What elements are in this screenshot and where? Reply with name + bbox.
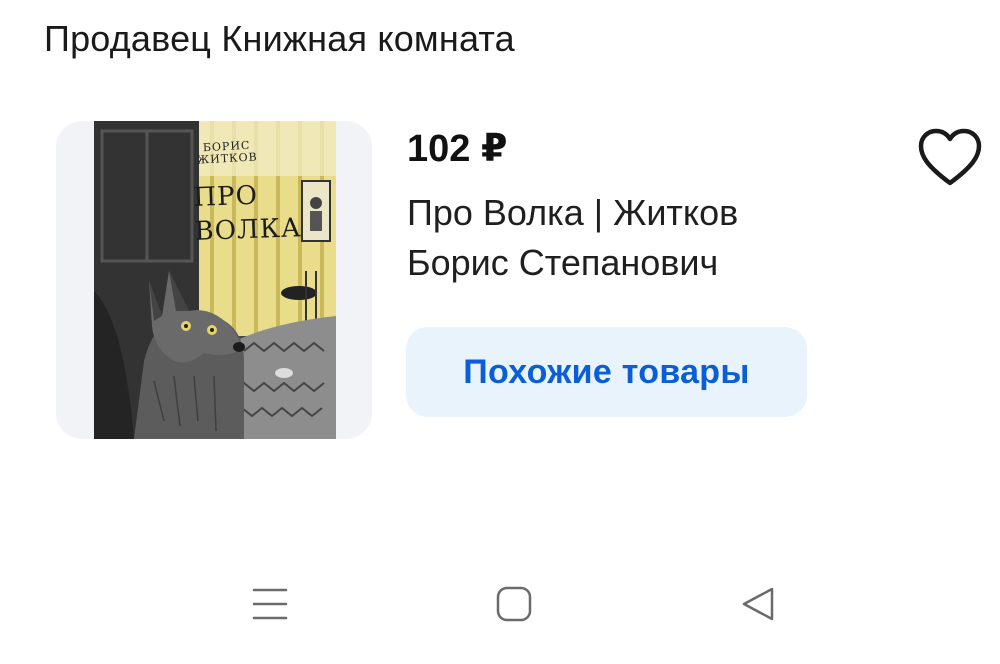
- back-triangle-icon: [742, 587, 774, 621]
- menu-lines-icon: [252, 588, 288, 620]
- heart-outline-icon: [918, 128, 982, 186]
- cover-author-text: БОРИС ЖИТКОВ: [196, 138, 259, 167]
- cover-title-line1: ПРО: [192, 180, 259, 213]
- product-image[interactable]: БОРИС ЖИТКОВ ПРО ВОЛКА: [56, 121, 372, 439]
- seller-title: Продавец Книжная комната: [44, 18, 515, 59]
- cover-title-line2: ВОЛКА: [194, 213, 303, 247]
- home-square-icon: [496, 586, 532, 622]
- similar-products-button[interactable]: Похожие товары: [406, 327, 807, 417]
- favorite-button[interactable]: [914, 126, 986, 190]
- book-cover-art: [94, 121, 336, 439]
- system-home-button[interactable]: [490, 580, 538, 628]
- product-name[interactable]: Про Волка | Житков Борис Степанович: [407, 188, 847, 288]
- system-back-button[interactable]: [733, 580, 781, 628]
- system-menu-button[interactable]: [246, 580, 294, 628]
- product-price: 102 ₽: [407, 128, 508, 170]
- book-cover-image: БОРИС ЖИТКОВ ПРО ВОЛКА: [94, 121, 336, 439]
- cover-title-text: ПРО ВОЛКА: [193, 177, 305, 249]
